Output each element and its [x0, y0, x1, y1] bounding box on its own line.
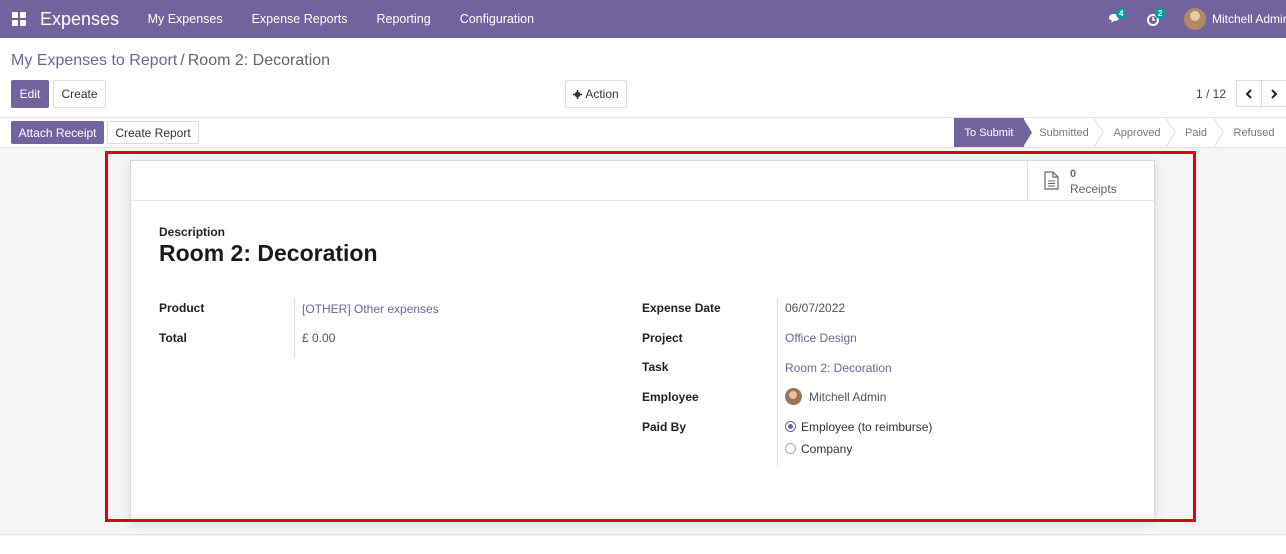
button-box: 0 Receipts [131, 161, 1154, 201]
expense-title: Room 2: Decoration [159, 240, 378, 266]
stage-refused[interactable]: Refused [1228, 118, 1280, 147]
pager-previous-button[interactable] [1236, 80, 1262, 107]
employee-value[interactable]: Mitchell Admin [809, 390, 886, 404]
menu-reporting[interactable]: Reporting [362, 12, 445, 26]
task-label: Task [642, 360, 669, 374]
paid-by-employee-label[interactable]: Employee (to reimburse) [801, 420, 932, 434]
expense-date-label: Expense Date [642, 301, 721, 315]
attach-receipt-button[interactable]: Attach Receipt [11, 121, 104, 144]
stage-paid[interactable]: Paid [1177, 118, 1215, 147]
pager-value[interactable]: 1 / 12 [1196, 87, 1226, 101]
messages-badge: 4 [1116, 8, 1127, 19]
breadcrumb-parent[interactable]: My Expenses to Report [11, 52, 177, 69]
action-button[interactable]: Action [565, 80, 627, 108]
receipts-label: Receipts [1070, 182, 1117, 196]
field-divider [777, 298, 778, 466]
product-label: Product [159, 301, 205, 315]
breadcrumb-current: Room 2: Decoration [187, 52, 331, 69]
menu-expense-reports[interactable]: Expense Reports [237, 12, 362, 26]
pager-next-button[interactable] [1261, 80, 1286, 107]
employee-avatar [785, 388, 802, 405]
project-label: Project [642, 331, 683, 345]
expense-form-sheet: 0 Receipts Description Room 2: Decoratio… [130, 160, 1155, 520]
apps-menu-icon[interactable] [12, 12, 26, 26]
expense-date-value: 06/07/2022 [785, 301, 846, 315]
employee-label: Employee [642, 390, 699, 404]
field-divider [294, 298, 295, 358]
stage-approved[interactable]: Approved [1106, 118, 1168, 147]
paid-by-label: Paid By [642, 420, 687, 434]
total-value: £ 0.00 [302, 331, 336, 345]
breadcrumb-separator: / [180, 52, 185, 69]
paid-by-company-radio[interactable] [785, 443, 796, 454]
user-avatar[interactable] [1184, 8, 1206, 30]
action-label: Action [585, 87, 619, 101]
gear-icon [573, 89, 583, 99]
menu-my-expenses[interactable]: My Expenses [133, 12, 237, 26]
breadcrumb: My Expenses to Report / Room 2: Decoration [11, 52, 330, 70]
description-label: Description [159, 225, 226, 239]
receipts-count: 0 [1070, 168, 1077, 180]
user-menu[interactable]: Mitchell Admin [1212, 12, 1286, 26]
menu-configuration[interactable]: Configuration [445, 12, 548, 26]
main-menu: My Expenses Expense Reports Reporting Co… [133, 12, 548, 26]
stage-separator [1094, 118, 1104, 147]
create-report-button[interactable]: Create Report [107, 121, 199, 144]
task-value[interactable]: Room 2: Decoration [785, 361, 892, 375]
paid-by-employee-radio[interactable] [785, 421, 796, 432]
footer-divider [0, 534, 1286, 535]
total-label: Total [159, 331, 187, 345]
receipts-smart-button[interactable]: 0 Receipts [1027, 161, 1154, 200]
chevron-left-icon [1245, 88, 1252, 99]
project-value[interactable]: Office Design [785, 331, 857, 345]
systray: 4 2 Mitchell Admin [1106, 0, 1286, 38]
product-value[interactable]: [OTHER] Other expenses [302, 302, 439, 316]
paid-by-company-label[interactable]: Company [801, 442, 852, 456]
app-brand[interactable]: Expenses [40, 9, 119, 30]
top-navbar: Expenses My Expenses Expense Reports Rep… [0, 0, 1286, 38]
chevron-right-icon [1271, 88, 1278, 99]
stage-separator [1166, 118, 1176, 147]
edit-button[interactable]: Edit [11, 80, 49, 108]
stage-to-submit[interactable]: To Submit [954, 118, 1024, 147]
stage-separator [1214, 118, 1224, 147]
activities-button[interactable]: 2 [1145, 8, 1167, 29]
stage-submitted[interactable]: Submitted [1034, 118, 1094, 147]
status-row: Attach Receipt Create Report To Submit S… [0, 117, 1286, 148]
messages-button[interactable]: 4 [1106, 8, 1128, 29]
create-button[interactable]: Create [53, 80, 106, 108]
document-icon [1044, 171, 1059, 190]
activities-badge: 2 [1155, 8, 1166, 19]
stage-active-arrow [1023, 118, 1032, 147]
